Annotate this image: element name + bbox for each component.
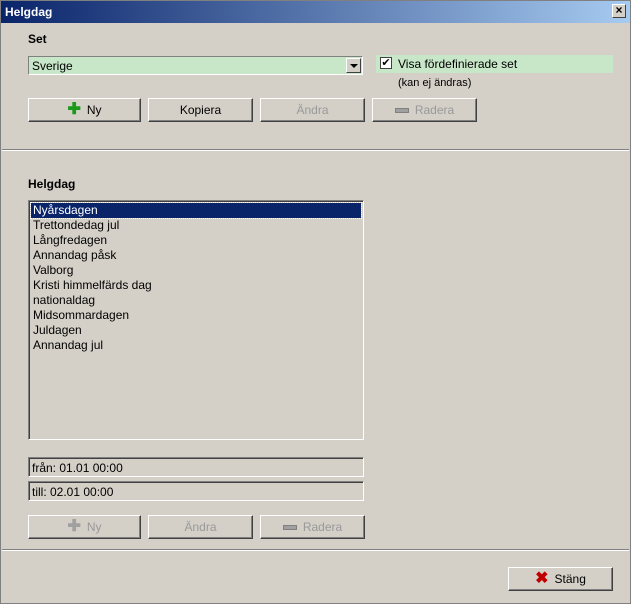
list-item[interactable]: Annandag påsk — [31, 248, 361, 263]
holiday-delete-button[interactable]: Radera — [260, 515, 365, 539]
set-combobox-value: Sverige — [32, 59, 73, 73]
to-field: till: 02.01 00:00 — [28, 481, 364, 501]
minus-icon — [282, 524, 297, 530]
holiday-edit-button[interactable]: Ändra — [148, 515, 253, 539]
holiday-label: Helgdag — [28, 177, 76, 191]
holiday-new-button[interactable]: ✚ Ny — [28, 515, 141, 539]
from-field-value: från: 01.01 00:00 — [32, 461, 123, 475]
show-predefined-checkbox[interactable]: ✔ — [380, 57, 392, 69]
close-window-button[interactable]: × — [612, 4, 626, 18]
set-edit-label: Ändra — [296, 103, 329, 117]
list-item[interactable]: Valborg — [31, 263, 361, 278]
x-icon: ✖ — [535, 570, 549, 587]
set-delete-button[interactable]: Radera — [372, 98, 477, 122]
minus-icon — [394, 107, 409, 113]
plus-icon: ✚ — [67, 518, 81, 535]
list-item[interactable]: Kristi himmelfärds dag — [31, 278, 361, 293]
set-new-label: Ny — [86, 103, 102, 117]
list-item[interactable]: Trettondedag jul — [31, 218, 361, 233]
set-combobox[interactable]: Sverige — [28, 56, 363, 75]
section-divider — [2, 149, 629, 151]
to-field-value: till: 02.01 00:00 — [32, 485, 114, 499]
holiday-list[interactable]: Nyårsdagen Trettondedag jul Långfredagen… — [28, 200, 364, 440]
show-predefined-checkbox-row[interactable]: ✔ Visa fördefinierade set — [376, 55, 613, 73]
list-item[interactable]: Midsommardagen — [31, 308, 361, 323]
set-copy-label: Kopiera — [179, 103, 222, 117]
plus-icon: ✚ — [67, 101, 81, 118]
from-field: från: 01.01 00:00 — [28, 457, 364, 477]
list-item[interactable]: Juldagen — [31, 323, 361, 338]
footer-divider — [2, 549, 629, 551]
holiday-delete-label: Radera — [302, 520, 343, 534]
close-label: Stäng — [554, 572, 586, 586]
set-edit-button[interactable]: Ändra — [260, 98, 365, 122]
cannot-change-note: (kan ej ändras) — [398, 77, 472, 89]
set-new-button[interactable]: ✚ Ny — [28, 98, 141, 122]
list-item[interactable]: nationaldag — [31, 293, 361, 308]
holiday-edit-label: Ändra — [184, 520, 217, 534]
set-copy-button[interactable]: Kopiera — [148, 98, 253, 122]
chevron-down-icon[interactable] — [346, 58, 361, 73]
holiday-new-label: Ny — [86, 520, 102, 534]
set-delete-label: Radera — [414, 103, 455, 117]
title-bar[interactable]: Helgdag × — [1, 1, 630, 23]
list-item[interactable]: Långfredagen — [31, 233, 361, 248]
list-item[interactable]: Annandag jul — [31, 338, 361, 353]
close-button[interactable]: ✖ Stäng — [508, 567, 613, 591]
window-title: Helgdag — [5, 5, 53, 19]
list-item[interactable]: Nyårsdagen — [30, 202, 362, 219]
set-label: Set — [28, 32, 47, 46]
dialog-window: Helgdag × Set Sverige ✔ Visa fördefinier… — [0, 0, 631, 604]
show-predefined-label: Visa fördefinierade set — [398, 57, 518, 71]
